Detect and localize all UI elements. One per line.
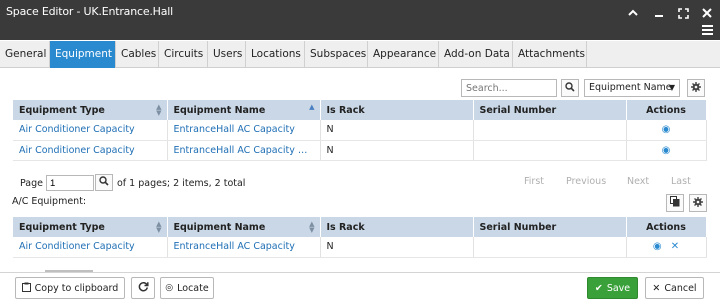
copy-to-clipboard-label: Copy to clipboard xyxy=(34,282,119,294)
table-row[interactable]: Air Conditioner Capacity EntranceHall AC… xyxy=(13,120,707,141)
settings-button[interactable] xyxy=(687,79,705,97)
locate-icon: ◎ xyxy=(165,283,174,293)
search-input[interactable] xyxy=(461,79,557,97)
tab-equipment[interactable]: Equipment xyxy=(50,41,116,68)
tab-circuits[interactable]: Circuits xyxy=(159,41,208,68)
dialog-footer: Copy to clipboard ◎ Locate ✔ Save ✕ Canc… xyxy=(0,272,720,304)
close-icon: ✕ xyxy=(652,282,661,294)
pager-summary: of 1 pages; 2 items, 2 total xyxy=(117,178,246,189)
column-header-is-rack[interactable]: Is Rack xyxy=(320,100,474,120)
hamburger-menu-icon[interactable] xyxy=(700,23,714,37)
table-header-row: Equipment Type ▲ ▼ Equipment Name ▲ Is Rack… xyxy=(13,100,707,120)
page-number-input[interactable] xyxy=(46,175,94,191)
column-header-serial-number[interactable]: Serial Number xyxy=(473,217,627,237)
sort-icon: ▲ ▼ xyxy=(156,220,162,234)
pager-page-label: Page xyxy=(20,178,43,189)
cell-equipment-name[interactable]: EntranceHall AC Capacity xyxy=(167,237,321,258)
copy-to-clipboard-button[interactable]: Copy to clipboard xyxy=(15,277,125,299)
sort-ascending-icon: ▲ xyxy=(309,103,315,111)
checkmark-icon: ✔ xyxy=(594,282,603,294)
tab-appearance[interactable]: Appearance xyxy=(368,41,439,68)
caret-down-icon: ▼ xyxy=(668,83,675,92)
copy-icon xyxy=(670,196,680,210)
ac-equipment-table: Equipment Type ▲ ▼ Equipment Name ▲ ▼ Is Rac… xyxy=(13,217,707,258)
cell-equipment-type[interactable]: Air Conditioner Capacity xyxy=(13,140,168,161)
cell-is-rack: N xyxy=(320,120,474,141)
ac-add-button[interactable] xyxy=(666,194,684,212)
cell-actions: ◉ xyxy=(626,120,707,141)
cell-equipment-type[interactable]: Air Conditioner Capacity xyxy=(13,120,168,141)
chevron-up-icon[interactable] xyxy=(626,6,640,20)
column-header-actions: Actions xyxy=(626,217,707,237)
pager-first-link[interactable]: First xyxy=(524,176,544,187)
sort-icon: ▲ ▼ xyxy=(156,103,162,117)
column-header-is-rack[interactable]: Is Rack xyxy=(320,217,474,237)
clipboard-icon xyxy=(21,282,31,295)
tab-add-on-data[interactable]: Add-on Data xyxy=(439,41,513,68)
cell-actions: ◉ ✕ xyxy=(626,237,707,258)
locate-label: Locate xyxy=(177,282,209,294)
equipment-table: Equipment Type ▲ ▼ Equipment Name ▲ Is Rack… xyxy=(13,100,707,161)
pager-previous-link[interactable]: Previous xyxy=(566,176,606,187)
save-label: Save xyxy=(606,282,631,294)
ac-equipment-label: A/C Equipment: xyxy=(12,196,87,207)
maximize-icon[interactable] xyxy=(676,6,690,20)
search-icon xyxy=(565,81,575,95)
cancel-button[interactable]: ✕ Cancel xyxy=(645,277,704,299)
cancel-label: Cancel xyxy=(664,282,697,294)
cell-is-rack: N xyxy=(320,140,474,161)
cell-serial-number xyxy=(473,120,627,141)
tab-cables[interactable]: Cables xyxy=(116,41,159,68)
cell-actions: ◉ xyxy=(626,140,707,161)
close-icon[interactable] xyxy=(700,6,714,20)
ac-settings-button[interactable] xyxy=(689,194,707,212)
cell-equipment-name[interactable]: EntranceHall AC Capacity xyxy=(167,120,321,141)
table-row[interactable]: Air Conditioner Capacity EntranceHall AC… xyxy=(13,140,707,161)
column-header-equipment-name[interactable]: Equipment Name ▲ xyxy=(167,100,321,120)
cell-serial-number xyxy=(473,237,627,258)
table-row[interactable]: Air Conditioner Capacity EntranceHall AC… xyxy=(13,237,707,258)
search-field-select-value: Equipment Name xyxy=(589,82,672,93)
cell-equipment-name[interactable]: EntranceHall AC Capacity Co... xyxy=(167,140,321,161)
search-button[interactable] xyxy=(561,79,579,97)
column-header-serial-number[interactable]: Serial Number xyxy=(473,100,627,120)
tab-bar: General Equipment Cables Circuits Users … xyxy=(0,41,720,68)
column-header-equipment-name[interactable]: Equipment Name ▲ ▼ xyxy=(167,217,321,237)
search-field-select[interactable]: Equipment Name ▼ xyxy=(584,79,680,97)
search-icon xyxy=(99,176,109,189)
cell-equipment-type[interactable]: Air Conditioner Capacity xyxy=(13,237,168,258)
cell-is-rack: N xyxy=(320,237,474,258)
table-header-row: Equipment Type ▲ ▼ Equipment Name ▲ ▼ Is Rac… xyxy=(13,217,707,237)
pager-last-link[interactable]: Last xyxy=(671,176,691,187)
remove-icon[interactable]: ✕ xyxy=(671,241,679,252)
gear-icon xyxy=(693,196,703,210)
column-header-actions: Actions xyxy=(626,100,707,120)
window-title: Space Editor - UK.Entrance.Hall xyxy=(6,5,174,18)
column-header-equipment-type[interactable]: Equipment Type ▲ ▼ xyxy=(13,217,168,237)
tab-users[interactable]: Users xyxy=(208,41,246,68)
column-header-equipment-type[interactable]: Equipment Type ▲ ▼ xyxy=(13,100,168,120)
window-titlebar: Space Editor - UK.Entrance.Hall xyxy=(0,0,720,40)
tab-locations[interactable]: Locations xyxy=(246,41,305,68)
view-details-icon[interactable]: ◉ xyxy=(653,241,662,252)
view-details-icon[interactable]: ◉ xyxy=(662,124,671,135)
page-go-button[interactable] xyxy=(95,174,113,191)
locate-button[interactable]: ◎ Locate xyxy=(160,277,214,299)
refresh-icon xyxy=(138,281,149,295)
tab-subspaces[interactable]: Subspaces xyxy=(305,41,368,68)
tab-attachments[interactable]: Attachments xyxy=(513,41,587,68)
tab-general[interactable]: General xyxy=(0,41,50,68)
refresh-button[interactable] xyxy=(131,277,155,299)
window-minimize-icon[interactable] xyxy=(652,6,666,20)
save-button[interactable]: ✔ Save xyxy=(587,277,638,299)
sort-icon: ▲ ▼ xyxy=(309,220,315,234)
view-details-icon[interactable]: ◉ xyxy=(662,145,671,156)
cell-serial-number xyxy=(473,140,627,161)
gear-icon xyxy=(691,81,701,95)
pager-next-link[interactable]: Next xyxy=(627,176,649,187)
